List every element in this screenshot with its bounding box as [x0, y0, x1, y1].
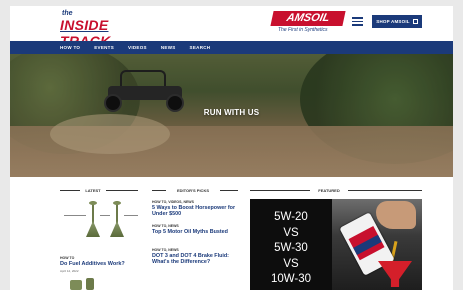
featured-line: VS	[283, 226, 299, 239]
hero-banner[interactable]: RUN WITH US	[10, 54, 453, 177]
hand	[376, 201, 416, 229]
amsoil-logo[interactable]: AMSOIL The First in Synthetics	[270, 11, 346, 35]
divider-line	[220, 190, 238, 191]
nav-item-search[interactable]: SEARCH	[190, 45, 211, 50]
featured-line: VS	[283, 257, 299, 270]
main-nav: HOW TO EVENTS VIDEOS NEWS SEARCH	[10, 41, 453, 54]
section-picks-heading: EDITOR'S PICKS	[177, 188, 209, 193]
section-featured-heading: FEATURED	[318, 188, 340, 193]
divider-line	[60, 190, 80, 191]
divider-line	[250, 190, 310, 191]
hamburger-menu-icon[interactable]	[352, 17, 363, 26]
pick-title[interactable]: DOT 3 and DOT 4 Brake Fluid: What's the …	[152, 253, 238, 266]
nav-item-events[interactable]: EVENTS	[94, 45, 114, 50]
latest-article-category[interactable]: HOW TO	[60, 256, 74, 260]
featured-line: 10W-30	[270, 273, 312, 285]
site-header: the INSIDE TRACK AMSOIL The First in Syn…	[10, 6, 453, 49]
featured-line: 5W-20	[274, 211, 308, 223]
pick-item[interactable]: HOW TO, NEWS DOT 3 and DOT 4 Brake Fluid…	[152, 248, 238, 266]
pick-category: HOW TO, VIDEOS, NEWS	[152, 200, 194, 204]
pick-item[interactable]: HOW TO, VIDEOS, NEWS 5 Ways to Boost Hor…	[152, 200, 238, 218]
latest-article-image[interactable]	[60, 201, 140, 241]
nav-item-how-to[interactable]: HOW TO	[60, 45, 80, 50]
pick-item[interactable]: HOW TO, NEWS Top 5 Motor Oil Myths Buste…	[152, 224, 238, 235]
brand-tagline: The First in Synthetics	[278, 27, 328, 33]
pick-category: HOW TO, NEWS	[152, 248, 179, 252]
pick-title[interactable]: Top 5 Motor Oil Myths Busted	[152, 229, 238, 235]
logo-small-text: the	[62, 10, 73, 17]
latest-article-title[interactable]: Do Fuel Additives Work?	[60, 261, 140, 267]
pick-title[interactable]: 5 Ways to Boost Horsepower for Under $50…	[152, 205, 238, 218]
featured-oil-comparison-text: 5W-20 VS 5W-30 VS 10W-30	[250, 199, 332, 288]
external-link-icon	[412, 19, 418, 24]
hero-title: RUN WITH US	[203, 108, 260, 117]
pick-category: HOW TO, NEWS	[152, 224, 179, 228]
oil-pour-image	[332, 199, 422, 290]
shop-amsoil-button[interactable]: SHOP AMSOIL	[372, 15, 422, 28]
latest-article-image-2[interactable]	[66, 276, 106, 290]
fuel-additive-tool	[86, 201, 100, 237]
shop-amsoil-label: SHOP AMSOIL	[376, 19, 410, 24]
brand-name: AMSOIL	[270, 11, 346, 26]
featured-line: 5W-30	[274, 242, 308, 254]
funnel-icon	[378, 261, 412, 287]
fuel-additive-tool	[110, 201, 124, 237]
nav-item-news[interactable]: NEWS	[161, 45, 176, 50]
featured-video-card[interactable]: 5W-20 VS 5W-30 VS 10W-30	[250, 199, 422, 290]
divider-line	[106, 190, 138, 191]
page-frame: the INSIDE TRACK AMSOIL The First in Syn…	[10, 6, 453, 290]
divider-line	[152, 190, 166, 191]
nav-item-videos[interactable]: VIDEOS	[128, 45, 147, 50]
section-latest-heading: LATEST	[85, 188, 101, 193]
divider-line	[348, 190, 422, 191]
inside-track-logo[interactable]: the INSIDE TRACK	[60, 10, 156, 49]
latest-article-date: April 12, 2022	[60, 269, 79, 273]
